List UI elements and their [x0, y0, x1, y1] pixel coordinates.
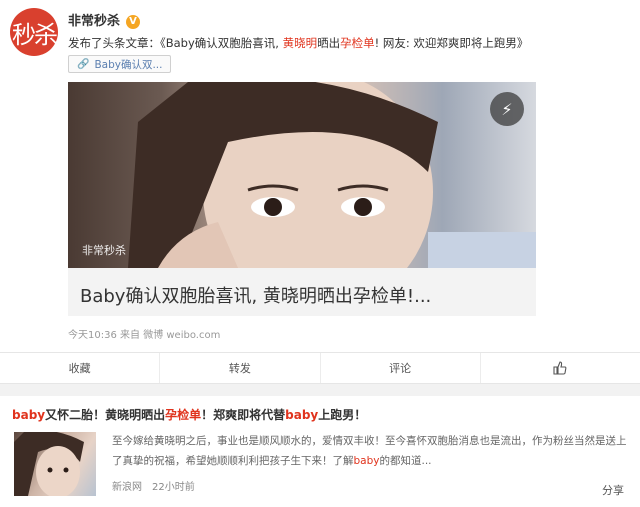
- avatar[interactable]: 秒杀: [10, 8, 58, 56]
- post-prefix: 发布了头条文章：《Baby确认双胞胎喜讯,: [68, 36, 283, 50]
- article-cover-image[interactable]: 非常秒杀 ⚡: [68, 82, 536, 268]
- news-thumbnail[interactable]: [14, 432, 96, 496]
- post-suffix: ! 网友: 欢迎郑爽即将上跑男》: [374, 36, 529, 50]
- news-title-part: baby: [285, 408, 319, 422]
- right-eye-iris: [354, 198, 372, 216]
- cover-illustration: [128, 82, 536, 268]
- news-title-part: baby: [12, 408, 46, 422]
- post-text: 发布了头条文章：《Baby确认双胞胎喜讯, 黄晓明晒出孕检单! 网友: 欢迎郑爽…: [68, 35, 528, 51]
- account-name-text[interactable]: 非常秒杀: [68, 14, 120, 29]
- news-title[interactable]: baby又怀二胎！黄晓明晒出孕检单！郑爽即将代替baby上跑男！: [12, 406, 366, 423]
- article-card-title[interactable]: Baby确认双胞胎喜讯, 黄晓明晒出孕检单!...: [80, 282, 431, 308]
- post-time[interactable]: 今天10:36: [68, 330, 117, 341]
- cover-watermark: 非常秒杀: [82, 244, 126, 257]
- post-source: 来自 微博 weibo.com: [120, 330, 221, 341]
- thumb-left-eye: [47, 467, 53, 473]
- comment-button[interactable]: 评论: [321, 353, 481, 383]
- action-bar: 收藏 转发 评论: [0, 352, 640, 384]
- thumb-face: [36, 446, 80, 496]
- article-link-chip[interactable]: 🔗 Baby确认双...: [68, 55, 172, 73]
- account-name[interactable]: 非常秒杀 V: [68, 10, 141, 29]
- news-title-part: 上跑男！: [318, 408, 367, 422]
- thumb-right-eye: [63, 467, 69, 473]
- news-meta: 新浪网 22小时前: [112, 478, 195, 493]
- section-divider: [0, 384, 640, 396]
- lightning-icon[interactable]: ⚡: [490, 92, 524, 126]
- left-eye-iris: [264, 198, 282, 216]
- news-summary-part: 的都知道...: [379, 455, 432, 467]
- share-button[interactable]: 分享: [602, 482, 624, 498]
- article-link-label[interactable]: Baby确认双...: [94, 57, 162, 72]
- thumbs-up-icon: [553, 361, 567, 375]
- like-button[interactable]: [481, 353, 640, 383]
- news-title-part: 又怀二胎！黄晓明晒出: [45, 408, 166, 422]
- news-summary: 至今嫁给黄晓明之后，事业也是顺风顺水的，爱情双丰收！至今喜怀双胞胎消息也是流出，…: [112, 431, 628, 471]
- thumbnail-illustration: [14, 432, 84, 496]
- repost-label: 转发: [228, 362, 251, 375]
- verified-badge-icon: V: [126, 15, 141, 29]
- repost-button[interactable]: 转发: [160, 353, 321, 383]
- news-time: 22小时前: [152, 482, 195, 493]
- comment-label: 评论: [389, 362, 412, 375]
- news-title-part: ！郑爽即将代替: [201, 408, 286, 422]
- article-card[interactable]: 非常秒杀 ⚡ Baby确认双胞胎喜讯, 黄晓明晒出孕检单!...: [68, 82, 536, 316]
- post-mid: 晒出: [317, 36, 341, 50]
- shirt-shape: [428, 232, 536, 268]
- news-title-part: 孕检单: [165, 408, 202, 422]
- link-icon: 🔗: [77, 58, 90, 70]
- post-meta: 今天10:36 来自 微博 weibo.com: [68, 326, 220, 341]
- news-summary-keyword[interactable]: baby: [354, 455, 380, 467]
- favorite-button[interactable]: 收藏: [0, 353, 161, 383]
- post-highlight-name: 黄晓明: [282, 36, 318, 50]
- news-source: 新浪网: [112, 482, 142, 493]
- post-highlight-item: 孕检单: [340, 36, 375, 50]
- favorite-label: 收藏: [68, 362, 91, 375]
